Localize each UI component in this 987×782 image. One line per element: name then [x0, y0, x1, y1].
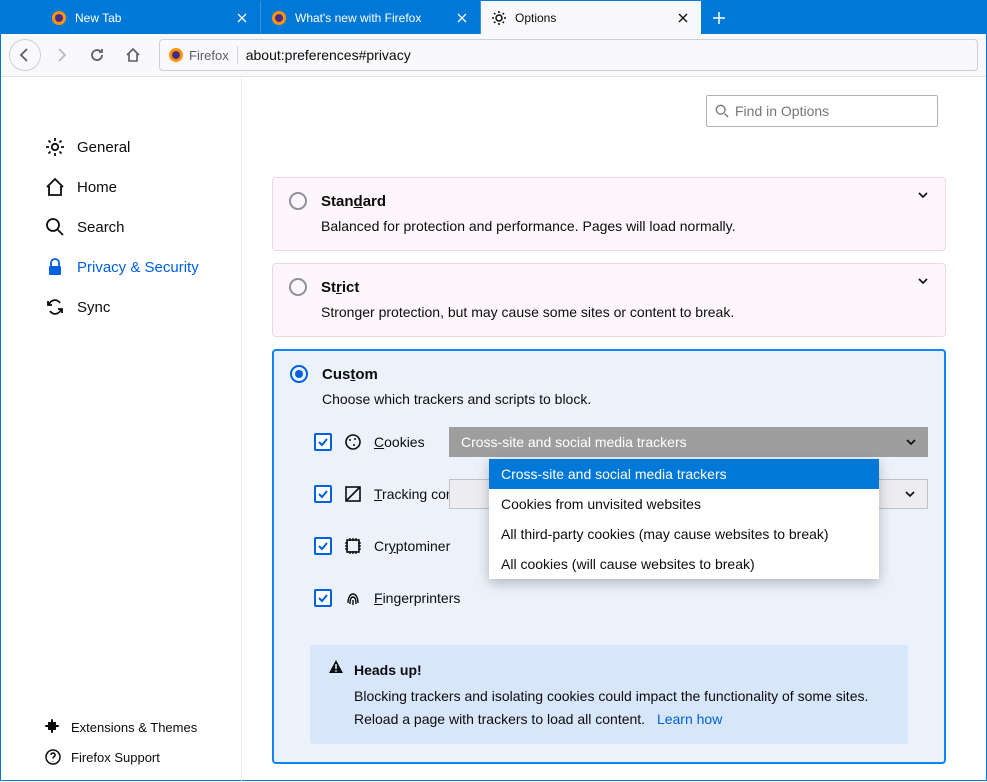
back-button[interactable] — [9, 39, 41, 71]
protection-card-standard[interactable]: Standard Balanced for protection and per… — [272, 177, 946, 251]
tab-close-icon[interactable] — [675, 10, 691, 26]
cryptominer-icon — [344, 537, 362, 555]
sidebar-item-home[interactable]: Home — [1, 167, 241, 207]
chevron-down-icon[interactable] — [917, 274, 929, 292]
footer-label: Firefox Support — [71, 750, 160, 765]
tab-strip: New Tab What's new with Firefox Options — [1, 1, 986, 34]
dropdown-option[interactable]: All cookies (will cause websites to brea… — [489, 549, 879, 579]
cookies-label: Cookies — [374, 434, 425, 450]
gear-icon — [45, 137, 65, 157]
tab-whats-new[interactable]: What's new with Firefox — [261, 1, 481, 34]
footer-extensions[interactable]: Extensions & Themes — [1, 712, 241, 742]
tab-new-tab[interactable]: New Tab — [41, 1, 261, 34]
url-bar[interactable]: Firefox about:preferences#privacy — [159, 39, 978, 71]
tab-label: What's new with Firefox — [295, 11, 446, 25]
info-body: Blocking trackers and isolating cookies … — [354, 688, 868, 726]
card-description: Stronger protection, but may cause some … — [273, 300, 945, 336]
identity-label: Firefox — [189, 48, 229, 63]
learn-how-link[interactable]: Learn how — [657, 711, 722, 727]
chevron-down-icon — [905, 486, 915, 502]
warning-icon — [328, 659, 344, 681]
lock-icon — [45, 257, 65, 277]
firefox-icon — [271, 10, 287, 26]
checkbox-fingerprinters[interactable] — [314, 589, 332, 607]
sync-icon — [45, 297, 65, 317]
cookie-icon — [344, 433, 362, 451]
card-description: Choose which trackers and scripts to blo… — [274, 387, 944, 423]
card-title: Strict — [321, 279, 359, 296]
find-in-options[interactable] — [706, 95, 938, 127]
checkbox-cookies[interactable] — [314, 433, 332, 451]
footer-support[interactable]: Firefox Support — [1, 742, 241, 772]
radio-standard[interactable] — [289, 192, 307, 210]
tab-label: Options — [515, 11, 667, 25]
dropdown-option[interactable]: All third-party cookies (may cause websi… — [489, 519, 879, 549]
puzzle-icon — [45, 719, 61, 735]
card-description: Balanced for protection and performance.… — [273, 214, 945, 250]
sidebar-item-label: Privacy & Security — [77, 259, 199, 276]
protection-card-strict[interactable]: Strict Stronger protection, but may caus… — [272, 263, 946, 337]
reload-button[interactable] — [81, 39, 113, 71]
sidebar-item-privacy[interactable]: Privacy & Security — [1, 247, 241, 287]
tab-label: New Tab — [75, 11, 226, 25]
preferences-content: Standard Balanced for protection and per… — [241, 77, 986, 782]
gear-icon — [491, 10, 507, 26]
checkbox-cryptominers[interactable] — [314, 537, 332, 555]
sidebar-item-sync[interactable]: Sync — [1, 287, 241, 327]
radio-strict[interactable] — [289, 278, 307, 296]
fingerprinters-label: Fingerprinters — [374, 590, 460, 606]
separator — [237, 46, 238, 64]
identity-box[interactable]: Firefox — [168, 47, 229, 63]
firefox-logo-icon — [168, 47, 184, 63]
tab-close-icon[interactable] — [454, 10, 470, 26]
find-input[interactable] — [735, 103, 929, 119]
tab-close-icon[interactable] — [234, 10, 250, 26]
tracking-icon — [344, 485, 362, 503]
new-tab-button[interactable] — [701, 1, 737, 34]
sidebar-item-general[interactable]: General — [1, 127, 241, 167]
info-title: Heads up! — [354, 659, 422, 681]
sidebar-item-label: Sync — [77, 299, 110, 316]
firefox-icon — [51, 10, 67, 26]
sidebar-item-label: General — [77, 139, 130, 156]
chevron-down-icon — [906, 434, 916, 450]
preferences-sidebar: General Home Search Privacy & Security S… — [1, 77, 241, 782]
dropdown-option[interactable]: Cookies from unvisited websites — [489, 489, 879, 519]
navigation-toolbar: Firefox about:preferences#privacy — [1, 34, 986, 77]
cryptominers-label: Cryptominer — [374, 538, 450, 554]
card-title: Standard — [321, 193, 386, 210]
search-icon — [715, 104, 729, 118]
card-title: Custom — [322, 366, 378, 383]
help-icon — [45, 749, 61, 765]
cookies-dropdown: Cross-site and social media trackers Coo… — [489, 459, 879, 579]
checkbox-tracking[interactable] — [314, 485, 332, 503]
url-text: about:preferences#privacy — [246, 47, 411, 63]
fingerprint-icon — [344, 589, 362, 607]
footer-label: Extensions & Themes — [71, 720, 197, 735]
chevron-down-icon[interactable] — [917, 188, 929, 206]
search-icon — [45, 217, 65, 237]
sidebar-item-label: Search — [77, 219, 125, 236]
sidebar-item-search[interactable]: Search — [1, 207, 241, 247]
tab-options[interactable]: Options — [481, 1, 701, 34]
radio-custom[interactable] — [290, 365, 308, 383]
protection-card-custom[interactable]: Custom Choose which trackers and scripts… — [272, 349, 946, 764]
home-icon — [45, 177, 65, 197]
tracking-label: Tracking con — [374, 486, 454, 502]
heads-up-info: Heads up! Blocking trackers and isolatin… — [310, 645, 908, 744]
cookies-select[interactable]: Cross-site and social media trackers — [449, 427, 928, 457]
dropdown-option[interactable]: Cross-site and social media trackers — [489, 459, 879, 489]
home-button[interactable] — [117, 39, 149, 71]
forward-button — [45, 39, 77, 71]
select-value: Cross-site and social media trackers — [461, 434, 687, 450]
sidebar-item-label: Home — [77, 179, 117, 196]
